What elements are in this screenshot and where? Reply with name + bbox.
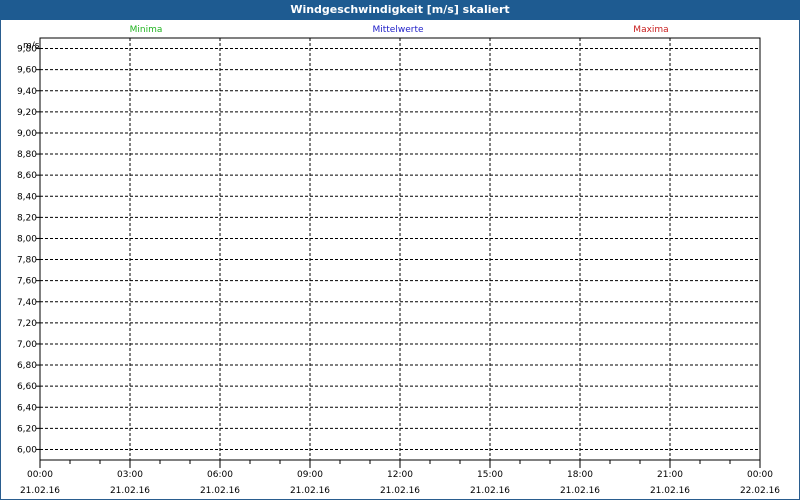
x-tick-label-date: 21.02.16: [560, 486, 600, 496]
x-tick-label-time: 00:00: [747, 470, 773, 480]
y-tick-label: 9,60: [17, 66, 37, 76]
x-tick-label-time: 15:00: [477, 470, 503, 480]
y-tick-label: 8,40: [17, 192, 37, 202]
x-tick-label-time: 21:00: [657, 470, 683, 480]
y-tick-label: 9,80: [17, 45, 37, 55]
chart-plot: m/s9,809,609,409,209,008,808,608,408,208…: [17, 37, 780, 496]
y-tick-label: 7,40: [17, 298, 37, 308]
y-tick-label: 8,80: [17, 150, 37, 160]
y-tick-label: 9,40: [17, 87, 37, 97]
y-tick-label: 8,60: [17, 171, 37, 181]
x-tick-label-date: 21.02.16: [380, 486, 420, 496]
x-tick-label-date: 21.02.16: [470, 486, 510, 496]
x-tick-label-time: 00:00: [27, 470, 53, 480]
x-tick-label-time: 12:00: [387, 470, 413, 480]
y-tick-label: 8,20: [17, 213, 37, 223]
x-tick-label-date: 21.02.16: [110, 486, 150, 496]
y-tick-label: 9,20: [17, 108, 37, 118]
y-tick-label: 6,20: [17, 424, 37, 434]
y-tick-label: 8,00: [17, 234, 37, 244]
x-tick-label-time: 09:00: [297, 470, 323, 480]
x-tick-label-date: 21.02.16: [290, 486, 330, 496]
x-tick-label-date: 21.02.16: [20, 486, 60, 496]
x-tick-label-time: 06:00: [207, 470, 233, 480]
y-tick-label: 6,00: [17, 445, 37, 455]
x-tick-label-date: 21.02.16: [650, 486, 690, 496]
y-tick-label: 7,20: [17, 319, 37, 329]
x-tick-label-time: 18:00: [567, 470, 593, 480]
y-tick-label: 7,60: [17, 277, 37, 287]
y-tick-label: 9,00: [17, 129, 37, 139]
x-tick-label-date: 21.02.16: [200, 486, 240, 496]
x-tick-label-date: 22.02.16: [740, 486, 780, 496]
y-tick-label: 6,40: [17, 403, 37, 413]
y-tick-label: 6,60: [17, 382, 37, 392]
y-tick-label: 7,00: [17, 340, 37, 350]
y-tick-label: 7,80: [17, 256, 37, 266]
y-tick-label: 6,80: [17, 361, 37, 371]
x-tick-label-time: 03:00: [117, 470, 143, 480]
